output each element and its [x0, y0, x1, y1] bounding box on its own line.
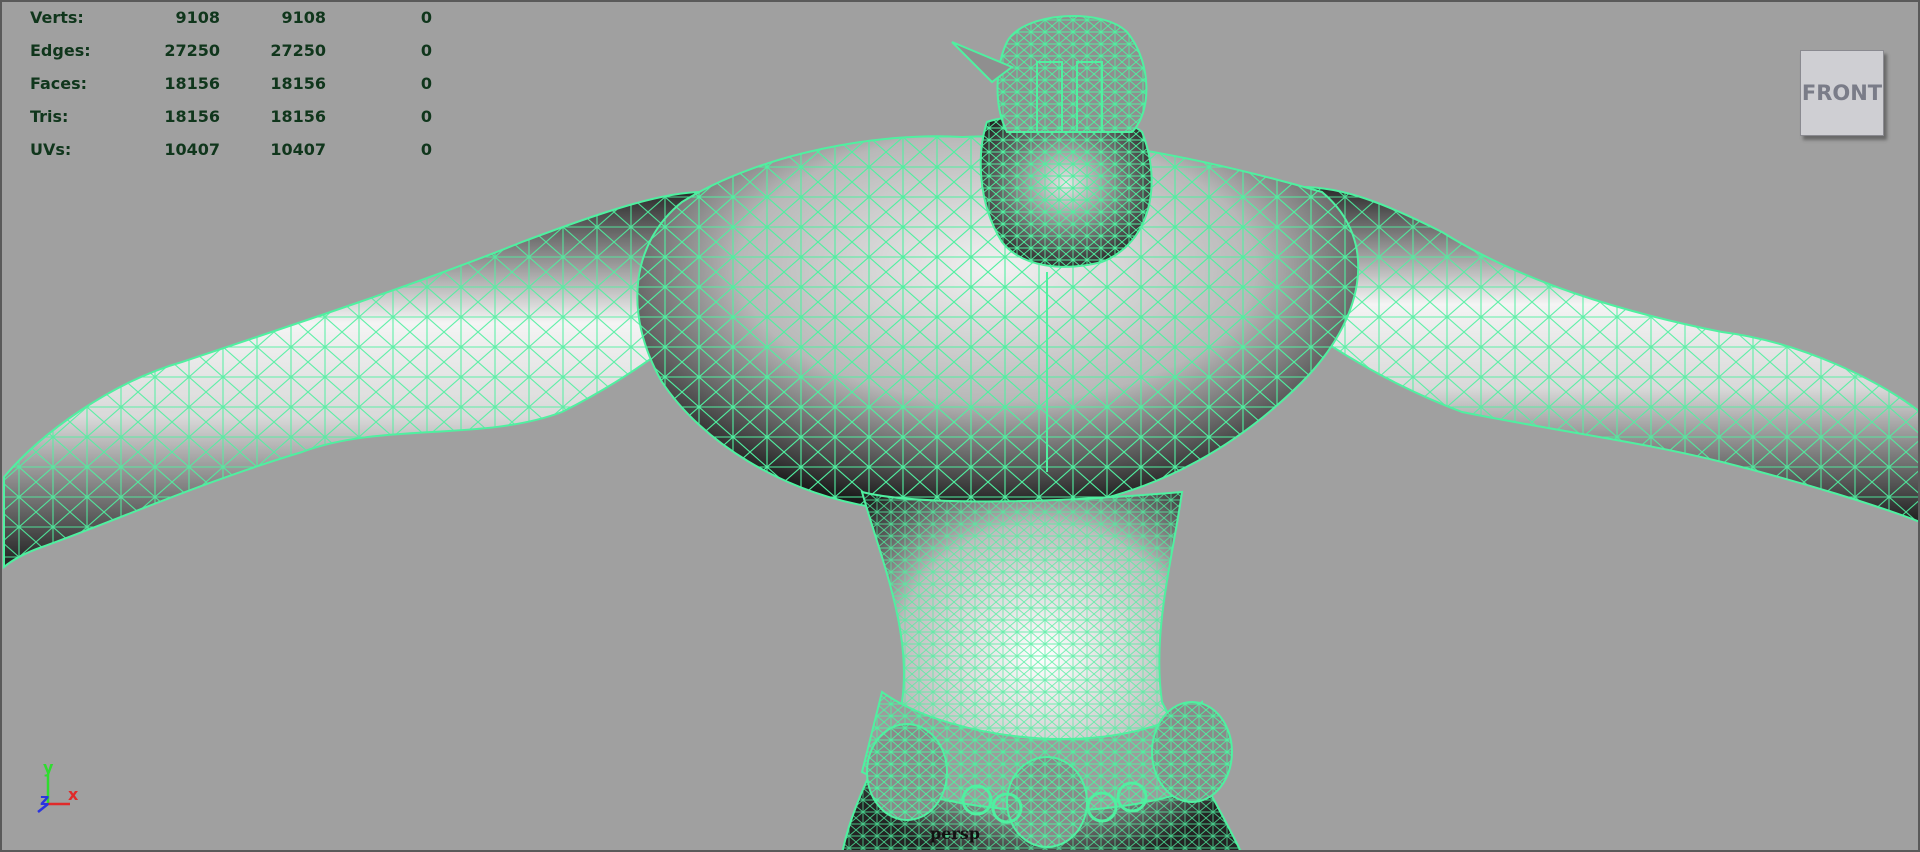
hud-value: 18156 [164, 74, 220, 93]
hud-value: 0 [420, 8, 432, 27]
hud-value: 9108 [175, 8, 220, 27]
axis-gizmo-icon: y z x [37, 760, 79, 813]
viewcube[interactable]: FRONT [1800, 50, 1884, 140]
viewcube-label: FRONT [1801, 81, 1883, 105]
neck-mesh [979, 114, 1153, 268]
hud-value: 18156 [164, 107, 220, 126]
hud-value: 18156 [270, 74, 326, 93]
hud-value: 0 [420, 74, 432, 93]
hud-value: 27250 [270, 41, 326, 60]
hud-value: 0 [420, 140, 432, 159]
hud-value: 10407 [270, 140, 326, 159]
right-arm-mesh [1260, 185, 1918, 523]
hud-value: 18156 [270, 107, 326, 126]
axis-z-label: z [40, 790, 49, 809]
hud-value: 0 [420, 107, 432, 126]
hud-value: 9108 [281, 8, 326, 27]
hud-label: Verts: [30, 8, 84, 27]
hud-label: UVs: [30, 140, 72, 159]
hud-value: 27250 [164, 41, 220, 60]
hud-label: Faces: [30, 74, 88, 93]
3d-viewport[interactable]: Verts: 9108 9108 0 Edges: 27250 27250 0 … [0, 0, 1920, 852]
camera-name-label: persp [930, 824, 980, 843]
axis-x-label: x [68, 785, 79, 804]
hud-value: 10407 [164, 140, 220, 159]
hud-label: Tris: [30, 107, 69, 126]
character-mesh[interactable] [2, 2, 1920, 852]
head-mesh [951, 15, 1148, 133]
viewcube-front-face[interactable]: FRONT [1800, 50, 1884, 136]
left-arm-mesh [3, 190, 744, 570]
hud-value: 0 [420, 41, 432, 60]
axis-y-label: y [43, 760, 54, 777]
hud-label: Edges: [30, 41, 91, 60]
